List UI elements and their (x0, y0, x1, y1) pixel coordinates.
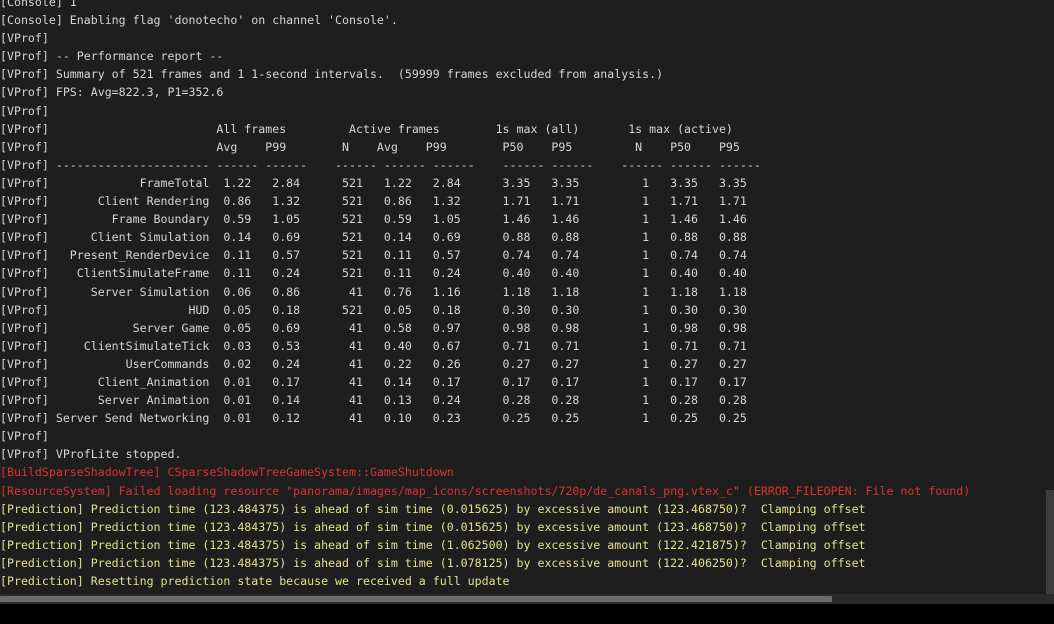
log-line: [VProf] ---------------------- ------ --… (0, 157, 761, 172)
vertical-scrollbar[interactable] (1046, 490, 1054, 594)
log-line: [VProf] Server Game 0.05 0.69 41 0.58 0.… (0, 320, 747, 335)
log-line: [Prediction] Prediction time (123.484375… (0, 537, 866, 552)
log-line: [VProf] FPS: Avg=822.3, P1=352.6 (0, 85, 224, 100)
log-line: [VProf] Client Simulation 0.14 0.69 521 … (0, 230, 747, 245)
log-line: [VProf] UserCommands 0.02 0.24 41 0.22 0… (0, 356, 747, 371)
log-line: [Prediction] Resetting prediction state … (0, 574, 510, 588)
log-line: [Console] 1 (0, 0, 77, 9)
log-line: [VProf] (0, 429, 49, 444)
log-line: [VProf] ClientSimulateTick 0.03 0.53 41 … (0, 338, 747, 353)
log-line: [VProf] All frames Active frames 1s max … (0, 121, 733, 136)
log-line: [ResourceSystem] Failed loading resource… (0, 483, 971, 498)
log-line: [VProf] Avg P99 N Avg P99 P50 P95 N P50 … (0, 139, 740, 154)
log-line: [VProf] Server Simulation 0.06 0.86 41 0… (0, 284, 747, 299)
console-output[interactable]: [Console] 1 [Console] Enabling flag 'dono… (0, 0, 1054, 594)
console-log: [Console] 1 [Console] Enabling flag 'dono… (0, 0, 1054, 590)
log-line: [VProf] Server Send Networking 0.01 0.12… (0, 411, 747, 426)
log-line: [VProf] FrameTotal 1.22 2.84 521 1.22 2.… (0, 175, 747, 190)
log-line: [BuildSparseShadowTree] CSparseShadowTre… (0, 465, 454, 480)
log-line: [VProf] Client Rendering 0.86 1.32 521 0… (0, 194, 747, 209)
horizontal-scrollbar[interactable] (0, 594, 1054, 604)
log-line: [VProf] ClientSimulateFrame 0.11 0.24 52… (0, 266, 747, 281)
log-line: [VProf] Summary of 521 frames and 1 1-se… (0, 67, 664, 82)
log-line: [VProf] -- Performance report -- (0, 49, 224, 64)
log-line: [VProf] Client_Animation 0.01 0.17 41 0.… (0, 374, 747, 389)
log-line: [VProf] VProfLite stopped. (0, 447, 182, 462)
console-input-area (0, 604, 1054, 624)
log-line: [VProf] Server Animation 0.01 0.14 41 0.… (0, 393, 747, 408)
log-line: [Prediction] Prediction time (123.484375… (0, 555, 866, 570)
log-line: [VProf] Frame Boundary 0.59 1.05 521 0.5… (0, 212, 747, 227)
log-line: [VProf] (0, 103, 49, 118)
log-line: [Console] Enabling flag 'donotecho' on c… (0, 13, 398, 28)
log-line: [Prediction] Prediction time (123.484375… (0, 501, 866, 516)
log-line: [VProf] Present_RenderDevice 0.11 0.57 5… (0, 248, 747, 263)
log-line: [VProf] HUD 0.05 0.18 521 0.05 0.18 0.30… (0, 302, 747, 317)
log-line: [VProf] (0, 31, 49, 46)
log-line: [Prediction] Prediction time (123.484375… (0, 519, 866, 534)
horizontal-scrollbar-thumb[interactable] (0, 596, 832, 602)
